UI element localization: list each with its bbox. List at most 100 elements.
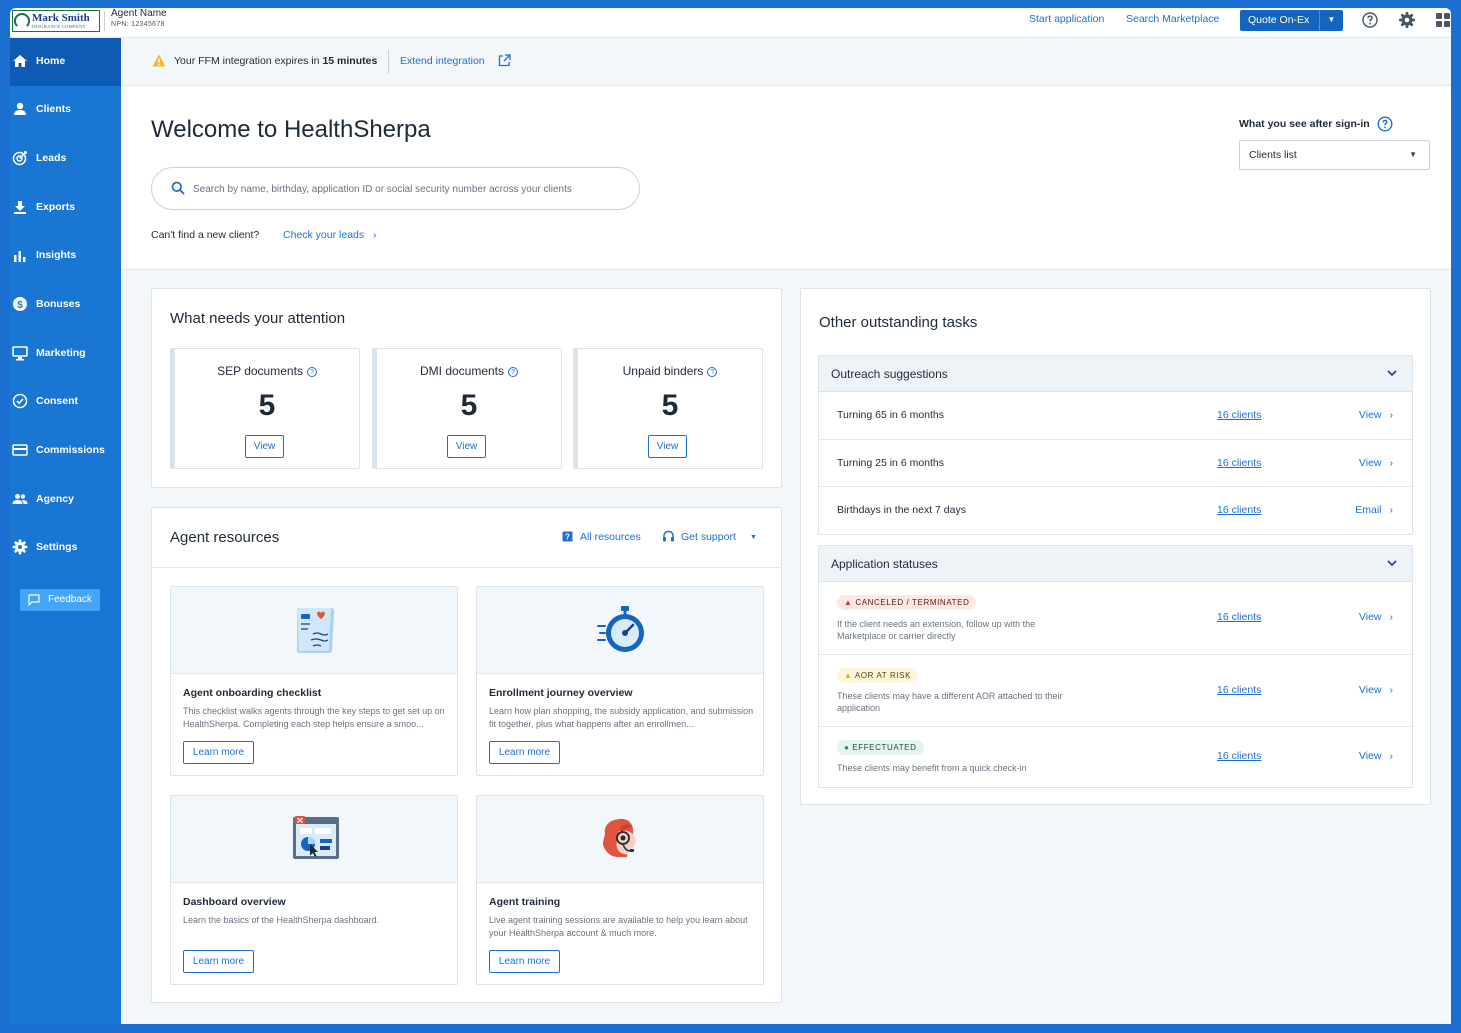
status-badge-label: AOR AT RISK <box>854 671 912 680</box>
sidebar-item-insights[interactable]: Insights <box>10 232 121 280</box>
view-button[interactable]: View <box>245 435 284 458</box>
clients-link[interactable]: 16 clients <box>1217 750 1261 762</box>
learn-more-button[interactable]: Learn more <box>183 950 254 973</box>
divider <box>104 11 105 31</box>
caret-down-icon[interactable]: ▼ <box>750 534 757 541</box>
sidebar-item-clients[interactable]: Clients <box>10 86 121 134</box>
apps-grid-icon[interactable] <box>1434 11 1451 29</box>
resource-tile-onboarding[interactable]: Agent onboarding checklist This checklis… <box>170 586 458 776</box>
signin-view-select[interactable]: Clients list ▼ <box>1239 140 1430 170</box>
clients-link[interactable]: 16 clients <box>1217 611 1261 623</box>
quote-on-ex-button[interactable]: Quote On-Ex ▼ <box>1240 10 1343 31</box>
extend-integration-link[interactable]: Extend integration <box>400 55 485 67</box>
quote-button-label: Quote On-Ex <box>1248 14 1310 26</box>
sidebar-item-label: Agency <box>36 493 74 505</box>
start-application-link[interactable]: Start application <box>1029 13 1104 25</box>
sidebar-item-bonuses[interactable]: $ Bonuses <box>10 281 121 329</box>
metric-value: 5 <box>460 389 478 422</box>
resource-description: Learn how plan shopping, the subsidy app… <box>489 706 754 729</box>
view-link[interactable]: View › <box>1331 457 1393 469</box>
chevron-right-icon[interactable]: › <box>373 229 377 241</box>
sidebar-item-label: Leads <box>36 152 67 164</box>
learn-more-button[interactable]: Learn more <box>489 741 560 764</box>
section-label: Outreach suggestions <box>831 367 948 381</box>
get-support-link[interactable]: Get support <box>681 531 736 543</box>
resource-tile-enrollment[interactable]: Enrollment journey overview Learn how pl… <box>476 586 764 776</box>
clients-link[interactable]: 16 clients <box>1217 409 1261 421</box>
attention-card: What needs your attention SEP documents?… <box>151 288 782 488</box>
clients-link[interactable]: 16 clients <box>1217 684 1261 696</box>
caret-down-icon[interactable]: ▼ <box>1319 10 1343 31</box>
metric-title: SEP documents? <box>175 364 359 378</box>
headset-agent-illustration <box>603 818 636 857</box>
view-link[interactable]: View › <box>1331 611 1393 623</box>
resource-description: Live agent training sessions are availab… <box>489 915 748 938</box>
sidebar-item-agency[interactable]: Agency <box>10 476 121 524</box>
view-link[interactable]: View › <box>1331 409 1393 421</box>
help-icon[interactable]: ? <box>306 367 317 377</box>
help-icon[interactable] <box>1361 11 1379 29</box>
divider <box>388 50 389 74</box>
chevron-right-icon: › <box>1389 611 1394 623</box>
sidebar-item-marketing[interactable]: Marketing <box>10 330 121 378</box>
outreach-header[interactable]: Outreach suggestions <box>819 356 1412 392</box>
client-search[interactable] <box>151 167 640 210</box>
view-link[interactable]: View › <box>1331 750 1393 762</box>
sidebar-item-leads[interactable]: Leads <box>10 135 121 183</box>
metric-title: DMI documents? <box>377 364 561 378</box>
chevron-down-icon[interactable] <box>1386 367 1398 379</box>
chevron-right-icon: › <box>1389 457 1394 469</box>
metric-sep-documents: SEP documents? 5 View <box>170 348 360 469</box>
warning-icon: ▲ <box>844 671 853 680</box>
search-input[interactable] <box>193 180 623 198</box>
table-row: ▲ CANCELED / TERMINATED If the client ne… <box>819 582 1412 655</box>
external-link-icon[interactable] <box>498 54 511 67</box>
check-leads-link[interactable]: Check your leads <box>283 229 364 241</box>
status-badge-label: CANCELED / TERMINATED <box>855 598 970 607</box>
sidebar-item-consent[interactable]: Consent <box>10 378 121 426</box>
search-icon <box>171 181 185 195</box>
view-button[interactable]: View <box>447 435 486 458</box>
sidebar-item-label: Commissions <box>36 444 105 456</box>
table-row: Turning 25 in 6 months 16 clients View › <box>819 440 1412 487</box>
all-resources-link[interactable]: All resources <box>580 531 641 543</box>
email-link[interactable]: Email › <box>1331 504 1393 516</box>
clients-link[interactable]: 16 clients <box>1217 457 1261 469</box>
table-row: Turning 65 in 6 months 16 clients View › <box>819 392 1412 440</box>
help-icon[interactable]: ? <box>707 367 718 377</box>
sidebar-item-home[interactable]: Home <box>10 38 121 86</box>
company-logo[interactable]: Mark Smith INSURANCE COMPANY <box>12 10 100 32</box>
chevron-right-icon: › <box>1389 409 1394 421</box>
action-label: View <box>1358 611 1382 623</box>
chevron-down-icon[interactable] <box>1386 557 1398 569</box>
application-statuses-section: Application statuses ▲ CANCELED / TERMIN… <box>818 545 1413 788</box>
sidebar-item-label: Settings <box>36 541 78 553</box>
search-marketplace-link[interactable]: Search Marketplace <box>1126 13 1219 25</box>
resource-description: This checklist walks agents through the … <box>183 706 445 729</box>
integration-time: 15 minutes <box>322 55 378 67</box>
help-icon[interactable] <box>1377 116 1393 132</box>
logo-name: Mark Smith <box>32 12 90 24</box>
sidebar-item-exports[interactable]: Exports <box>10 184 121 232</box>
view-button[interactable]: View <box>648 435 687 458</box>
svg-text:?: ? <box>565 533 570 542</box>
illustration-panel <box>171 587 457 674</box>
resource-tile-training[interactable]: Agent training Live agent training sessi… <box>476 795 764 985</box>
resource-tile-dashboard[interactable]: Dashboard overview Learn the basics of t… <box>170 795 458 985</box>
table-row: ● EFFECTUATED These clients may benefit … <box>819 727 1412 787</box>
metric-label: DMI documents <box>419 364 505 378</box>
view-link[interactable]: View › <box>1331 684 1393 696</box>
feedback-button[interactable]: Feedback <box>20 589 100 611</box>
warning-icon <box>152 54 166 67</box>
clients-link[interactable]: 16 clients <box>1217 504 1261 516</box>
learn-more-button[interactable]: Learn more <box>183 741 254 764</box>
help-icon[interactable]: ? <box>508 367 519 377</box>
statuses-header[interactable]: Application statuses <box>819 546 1412 582</box>
signin-view-label: What you see after sign-in <box>1239 118 1370 130</box>
outstanding-tasks-card: Other outstanding tasks Outreach suggest… <box>800 288 1431 805</box>
gear-icon[interactable] <box>1398 11 1416 29</box>
sidebar-item-commissions[interactable]: Commissions <box>10 427 121 475</box>
illustration-panel <box>171 796 457 883</box>
learn-more-button[interactable]: Learn more <box>489 950 560 973</box>
sidebar-item-settings[interactable]: Settings <box>10 524 121 572</box>
